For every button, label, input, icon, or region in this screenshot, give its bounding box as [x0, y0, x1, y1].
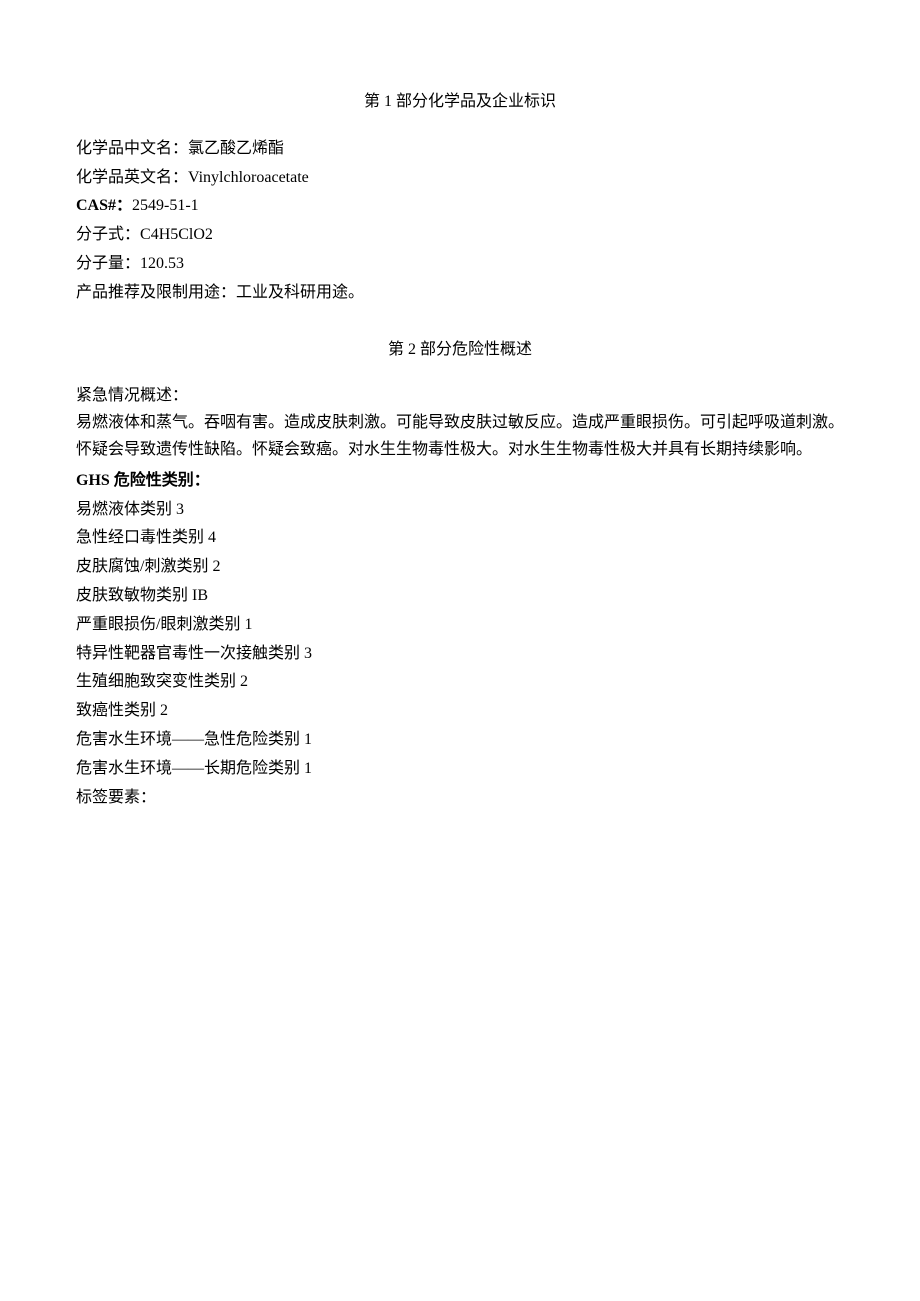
list-item: 危害水生环境——急性危险类别 1	[76, 728, 844, 753]
mw-label: 分子量：	[76, 255, 140, 272]
field-name-cn: 化学品中文名：氯乙酸乙烯酯	[76, 137, 844, 162]
use-value: 工业及科研用途。	[236, 284, 364, 301]
list-item: 易燃液体类别 3	[76, 498, 844, 523]
formula-value: C4H5ClO2	[140, 226, 213, 243]
field-name-en: 化学品英文名：Vinylchloroacetate	[76, 166, 844, 191]
list-item: 特异性靶器官毒性一次接触类别 3	[76, 642, 844, 667]
ghs-label: GHS 危险性类别：	[76, 469, 844, 494]
field-formula: 分子式：C4H5ClO2	[76, 223, 844, 248]
field-mw: 分子量：120.53	[76, 252, 844, 277]
label-elements: 标签要素：	[76, 786, 844, 811]
ghs-category-list: 易燃液体类别 3 急性经口毒性类别 4 皮肤腐蚀/刺激类别 2 皮肤致敏物类别 …	[76, 498, 844, 782]
cas-label: CAS#：	[76, 197, 132, 214]
list-item: 严重眼损伤/眼刺激类别 1	[76, 613, 844, 638]
emergency-label: 紧急情况概述：	[76, 384, 844, 409]
formula-label: 分子式：	[76, 226, 140, 243]
name-en-value: Vinylchloroacetate	[188, 169, 309, 186]
list-item: 致癌性类别 2	[76, 699, 844, 724]
list-item: 皮肤致敏物类别 IB	[76, 584, 844, 609]
cas-value: 2549-51-1	[132, 197, 199, 214]
name-en-label: 化学品英文名：	[76, 169, 188, 186]
list-item: 皮肤腐蚀/刺激类别 2	[76, 555, 844, 580]
list-item: 急性经口毒性类别 4	[76, 526, 844, 551]
list-item: 生殖细胞致突变性类别 2	[76, 670, 844, 695]
use-label: 产品推荐及限制用途：	[76, 284, 236, 301]
field-cas: CAS#：2549-51-1	[76, 194, 844, 219]
list-item: 危害水生环境——长期危险类别 1	[76, 757, 844, 782]
emergency-line1: 易燃液体和蒸气。吞咽有害。造成皮肤刺激。可能导致皮肤过敏反应。造成严重眼损伤。可…	[76, 411, 844, 436]
name-cn-label: 化学品中文名：	[76, 140, 188, 157]
name-cn-value: 氯乙酸乙烯酯	[188, 140, 284, 157]
section2-title: 第 2 部分危险性概述	[76, 338, 844, 363]
field-use: 产品推荐及限制用途：工业及科研用途。	[76, 281, 844, 306]
section1-title: 第 1 部分化学品及企业标识	[76, 90, 844, 115]
mw-value: 120.53	[140, 255, 184, 272]
emergency-line2: 怀疑会导致遗传性缺陷。怀疑会致癌。对水生生物毒性极大。对水生生物毒性极大并具有长…	[76, 438, 844, 463]
